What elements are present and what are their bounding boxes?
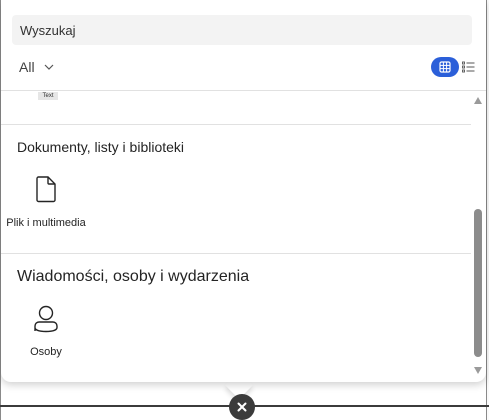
file-icon	[36, 176, 56, 203]
search-input[interactable]	[12, 15, 472, 45]
list-icon	[462, 61, 475, 73]
chevron-down-icon	[44, 64, 53, 70]
close-icon	[237, 402, 247, 412]
person-icon	[34, 305, 58, 333]
web-part-picker-panel: All Text	[1, 0, 486, 382]
category-filter-value: All	[19, 59, 35, 75]
category-filter-dropdown[interactable]: All	[19, 57, 54, 77]
search-box	[12, 15, 472, 45]
web-part-list: Text Dokumenty, listy i biblioteki Plik …	[1, 91, 471, 382]
web-part-people[interactable]: Osoby	[6, 304, 86, 358]
vertical-scrollbar[interactable]	[471, 91, 486, 382]
web-part-file-and-media[interactable]: Plik i multimedia	[6, 175, 86, 229]
scroll-down-arrow-icon[interactable]	[474, 367, 482, 374]
list-view-button[interactable]	[459, 57, 475, 77]
grid-icon	[439, 61, 451, 73]
text-web-part-thumbnail[interactable]: Text	[38, 92, 58, 100]
section-divider	[1, 124, 471, 125]
section-title-documents: Dokumenty, listy i biblioteki	[17, 139, 185, 155]
scroll-up-arrow-icon[interactable]	[474, 97, 482, 104]
scrollbar-thumb[interactable]	[474, 209, 482, 357]
section-divider	[1, 253, 471, 254]
view-toggle	[431, 57, 477, 77]
grid-view-button[interactable]	[431, 57, 459, 77]
close-button[interactable]	[229, 394, 255, 420]
web-part-label: Osoby	[30, 346, 62, 358]
section-title-news-people-events: Wiadomości, osoby i wydarzenia	[17, 268, 250, 285]
web-part-label: Plik i multimedia	[6, 217, 86, 229]
